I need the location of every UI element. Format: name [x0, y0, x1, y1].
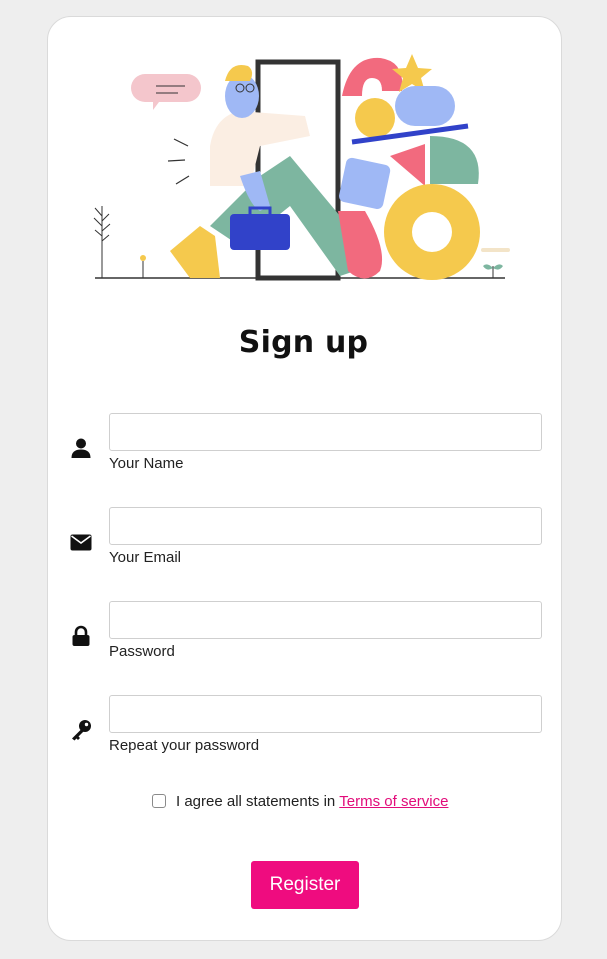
agree-checkbox[interactable]	[152, 794, 166, 808]
repeat-password-label: Repeat your password	[109, 737, 260, 754]
register-button[interactable]: Register	[251, 861, 359, 909]
agree-text: I agree all statements in	[176, 792, 336, 810]
email-input[interactable]	[109, 507, 542, 545]
envelope-icon	[70, 534, 92, 551]
page-title: Sign up	[238, 325, 369, 360]
key-icon	[72, 720, 91, 741]
password-input[interactable]	[109, 601, 542, 639]
user-icon	[71, 438, 91, 458]
name-label: Your Name	[109, 455, 184, 472]
terms-link[interactable]: Terms of service	[339, 793, 448, 810]
agree-terms-row: I agree all statements in Terms of servi…	[152, 791, 448, 811]
lock-icon	[72, 625, 90, 646]
signup-illustration	[93, 54, 510, 281]
email-label: Your Email	[109, 549, 181, 566]
password-label: Password	[109, 643, 175, 660]
repeat-password-input[interactable]	[109, 695, 542, 733]
name-input[interactable]	[109, 413, 542, 451]
